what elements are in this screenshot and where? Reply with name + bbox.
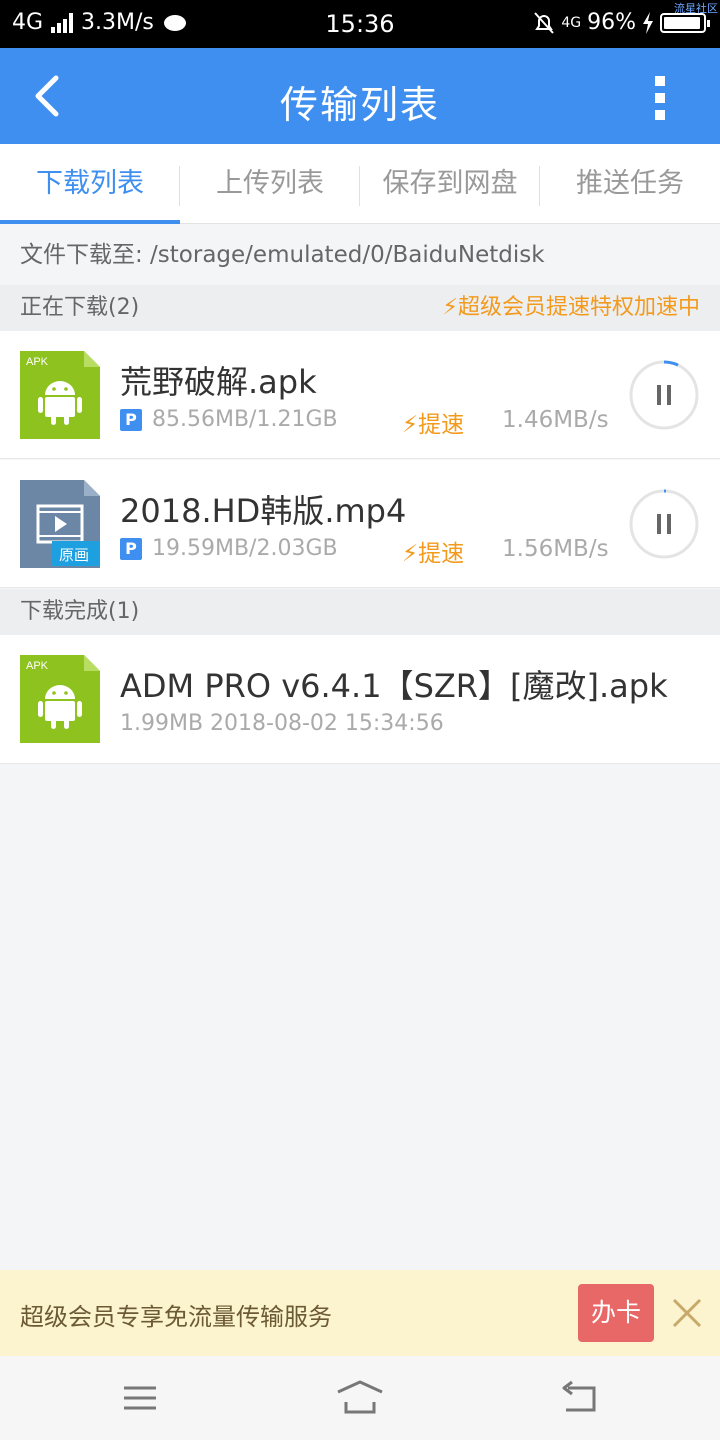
pause-button[interactable] — [628, 488, 700, 560]
back-nav-icon[interactable] — [558, 1378, 602, 1418]
file-meta: 1.99MB 2018-08-02 15:34:56 — [120, 711, 444, 736]
premium-badge: P — [120, 537, 142, 560]
watermark-text: 流星社区 — [674, 2, 718, 15]
section-completed: 下载完成(1) — [0, 589, 720, 635]
tab-push-tasks[interactable]: 推送任务 — [540, 144, 720, 223]
page-title: 传输列表 — [279, 83, 440, 127]
tab-upload-list[interactable]: 上传列表 — [180, 144, 360, 223]
vip-promo-banner: 超级会员专享免流量传输服务 办卡 — [0, 1270, 720, 1356]
boost-label[interactable]: ⚡提速 — [402, 405, 464, 439]
download-path: 文件下载至: /storage/emulated/0/BaiduNetdisk — [0, 225, 720, 285]
tab-bar: 下载列表 上传列表 保存到网盘 推送任务 — [0, 144, 720, 224]
pause-button[interactable] — [628, 359, 700, 431]
file-name: ADM PRO v6.4.1【SZR】[魔改].apk — [120, 667, 668, 705]
file-name: 2018.HD韩版.mp4 — [120, 492, 407, 530]
file-progress-text: P 85.56MB/1.21GB — [120, 407, 338, 432]
list-item[interactable]: APK 荒野破解.apk P 85.56MB/1.21GB ⚡提速 1.46MB… — [0, 331, 720, 459]
video-file-icon: 原画 — [20, 480, 100, 568]
boost-label[interactable]: ⚡提速 — [402, 534, 464, 568]
menu-icon[interactable] — [118, 1378, 162, 1418]
tab-label: 下载列表 — [36, 168, 144, 199]
apk-icon-label: APK — [26, 356, 49, 368]
video-icon-label: 原画 — [59, 547, 89, 564]
file-size: 85.56MB/1.21GB — [152, 407, 338, 432]
tab-save-to-disk[interactable]: 保存到网盘 — [360, 144, 540, 223]
tab-download-list[interactable]: 下载列表 — [0, 144, 180, 224]
file-progress-text: P 19.59MB/2.03GB — [120, 536, 338, 561]
network-type-2: 4G — [561, 14, 582, 31]
system-nav-bar — [0, 1356, 720, 1440]
list-item[interactable]: APK ADM PRO v6.4.1【SZR】[魔改].apk 1.99MB 2… — [0, 635, 720, 764]
premium-badge: P — [120, 408, 142, 431]
apk-icon-label: APK — [26, 660, 49, 672]
apk-file-icon: APK — [20, 351, 100, 439]
download-speed: 1.56MB/s — [502, 536, 609, 562]
tab-label: 上传列表 — [216, 168, 324, 199]
close-icon[interactable] — [670, 1296, 704, 1330]
battery-percent: 96% — [587, 10, 636, 35]
file-size: 19.59MB/2.03GB — [152, 536, 338, 561]
more-menu-icon[interactable] — [648, 76, 672, 120]
vip-speedup-notice[interactable]: ⚡超级会员提速特权加速中 — [443, 285, 700, 331]
app-header: 传输列表 — [0, 48, 720, 144]
apk-file-icon: APK — [20, 655, 100, 743]
download-speed: 1.46MB/s — [502, 407, 609, 433]
status-bar: 4G 3.3M/s 15:36 4G 96% 流星社区 — [0, 0, 720, 48]
list-item[interactable]: 原画 2018.HD韩版.mp4 P 19.59MB/2.03GB ⚡提速 1.… — [0, 460, 720, 588]
mute-bell-icon — [534, 11, 555, 34]
section-label: 正在下载(2) — [20, 295, 140, 320]
section-label: 下载完成(1) — [20, 599, 140, 624]
promo-text: 超级会员专享免流量传输服务 — [20, 1303, 332, 1331]
charging-icon — [643, 11, 653, 34]
get-card-button[interactable]: 办卡 — [578, 1284, 654, 1342]
tab-label: 推送任务 — [576, 168, 684, 199]
tab-label: 保存到网盘 — [382, 168, 518, 199]
file-name: 荒野破解.apk — [120, 363, 317, 401]
section-downloading: 正在下载(2) ⚡超级会员提速特权加速中 — [0, 285, 720, 331]
home-icon[interactable] — [336, 1378, 384, 1418]
